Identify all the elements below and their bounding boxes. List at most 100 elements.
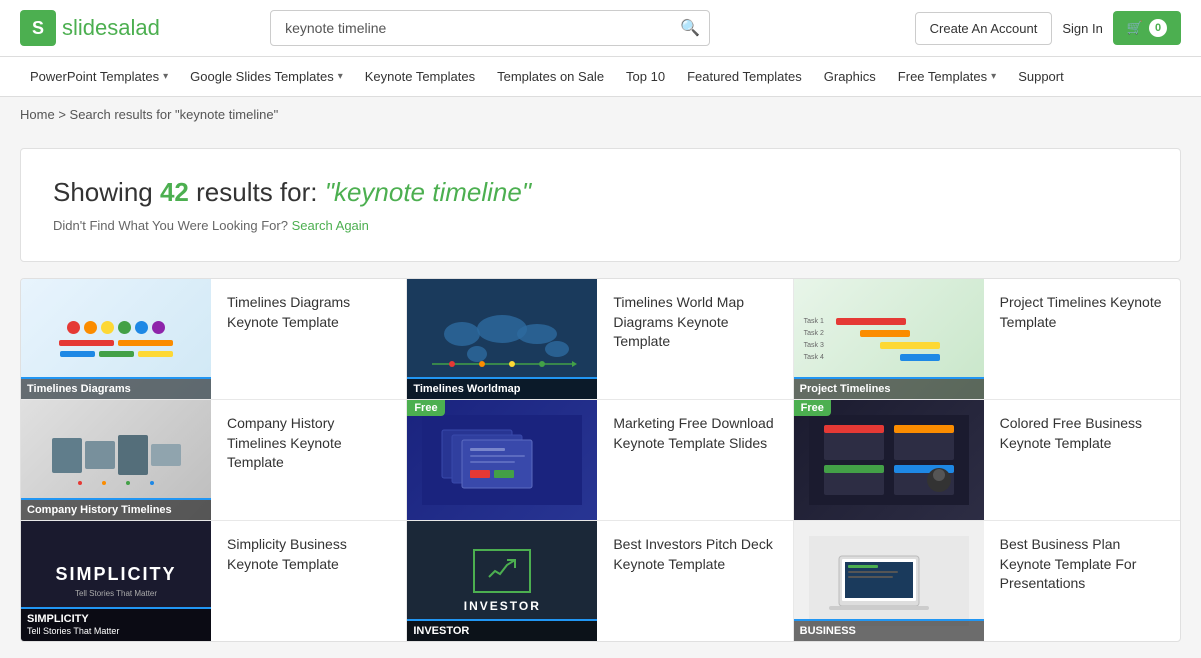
card-title: Simplicity Business Keynote Template bbox=[227, 535, 390, 574]
nav-item-free[interactable]: Free Templates ▾ bbox=[888, 57, 1006, 96]
table-row[interactable]: Company History Timelines Company Histor… bbox=[21, 400, 407, 521]
thumb-label: BUSINESS bbox=[794, 619, 984, 641]
breadcrumb-separator: > bbox=[58, 107, 69, 122]
table-row[interactable]: Task 1 Task 2 Task 3 Task 4 bbox=[794, 279, 1180, 400]
results-count: 42 bbox=[160, 177, 189, 207]
nav-item-on-sale[interactable]: Templates on Sale bbox=[487, 57, 614, 96]
nav-label-top10: Top 10 bbox=[626, 69, 665, 84]
search-input[interactable] bbox=[270, 10, 710, 46]
thumb-label: Project Timelines bbox=[794, 377, 984, 399]
card-thumbnail: INVESTOR INVESTOR bbox=[407, 521, 597, 641]
logo-icon: S bbox=[20, 10, 56, 46]
search-button[interactable]: 🔍 bbox=[680, 18, 700, 38]
card-thumbnail: Timelines Diagrams bbox=[21, 279, 211, 399]
card-info: Timelines Diagrams Keynote Template bbox=[211, 279, 406, 399]
nav-label-support: Support bbox=[1018, 69, 1064, 84]
nav-label-powerpoint: PowerPoint Templates bbox=[30, 69, 159, 84]
breadcrumb-home[interactable]: Home bbox=[20, 107, 55, 122]
card-thumbnail: Company History Timelines bbox=[21, 400, 211, 520]
create-account-button[interactable]: Create An Account bbox=[915, 12, 1053, 45]
results-grid: Timelines Diagrams Timelines Diagrams Ke… bbox=[20, 278, 1181, 642]
business-thumb-svg bbox=[809, 536, 969, 626]
card-title: Timelines Diagrams Keynote Template bbox=[227, 293, 390, 332]
cart-icon: 🛒 bbox=[1127, 20, 1143, 36]
chevron-down-icon: ▾ bbox=[163, 71, 168, 82]
worldmap-svg bbox=[422, 299, 582, 379]
card-info: Simplicity Business Keynote Template bbox=[211, 521, 406, 641]
nav-label-graphics: Graphics bbox=[824, 69, 876, 84]
thumb-label: Timelines Worldmap bbox=[407, 377, 597, 399]
main-content: Showing 42 results for: "keynote timelin… bbox=[0, 132, 1201, 658]
card-thumbnail: BUSINESS bbox=[794, 521, 984, 641]
cart-button[interactable]: 🛒 0 bbox=[1113, 11, 1181, 45]
card-title: Marketing Free Download Keynote Template… bbox=[613, 414, 776, 453]
thumb-label: SIMPLICITYTell Stories That Matter bbox=[21, 607, 211, 641]
not-found-text: Didn't Find What You Were Looking For? S… bbox=[53, 218, 1148, 233]
search-icon: 🔍 bbox=[680, 20, 700, 37]
card-title: Company History Timelines Keynote Templa… bbox=[227, 414, 390, 473]
table-row[interactable]: Timelines Diagrams Timelines Diagrams Ke… bbox=[21, 279, 407, 400]
results-prefix: Showing bbox=[53, 177, 160, 207]
header: S slidesalad 🔍 Create An Account Sign In… bbox=[0, 0, 1201, 57]
chevron-down-icon: ▾ bbox=[991, 71, 996, 82]
nav-item-google-slides[interactable]: Google Slides Templates ▾ bbox=[180, 57, 353, 96]
card-title: Best Investors Pitch Deck Keynote Templa… bbox=[613, 535, 776, 574]
nav-item-top10[interactable]: Top 10 bbox=[616, 57, 675, 96]
card-thumbnail: SIMPLICITY Tell Stories That Matter SIMP… bbox=[21, 521, 211, 641]
results-header: Showing 42 results for: "keynote timelin… bbox=[20, 148, 1181, 262]
table-row[interactable]: Timelines Worldmap Timelines World Map D… bbox=[407, 279, 793, 400]
card-info: Best Business Plan Keynote Template For … bbox=[984, 521, 1180, 641]
logo[interactable]: S slidesalad bbox=[20, 10, 160, 46]
card-info: Best Investors Pitch Deck Keynote Templa… bbox=[597, 521, 792, 641]
thumb-label: INVESTOR bbox=[407, 619, 597, 641]
nav-item-powerpoint[interactable]: PowerPoint Templates ▾ bbox=[20, 57, 178, 96]
nav-label-free: Free Templates bbox=[898, 69, 987, 84]
cart-count: 0 bbox=[1149, 19, 1167, 37]
card-title: Project Timelines Keynote Template bbox=[1000, 293, 1164, 332]
chevron-down-icon: ▾ bbox=[338, 71, 343, 82]
table-row[interactable]: Free bbox=[794, 400, 1180, 521]
logo-text: slidesalad bbox=[62, 15, 160, 41]
thumb-label: Timelines Diagrams bbox=[21, 377, 211, 399]
card-info: Colored Free Business Keynote Template bbox=[984, 400, 1180, 520]
nav-label-on-sale: Templates on Sale bbox=[497, 69, 604, 84]
card-info: Project Timelines Keynote Template bbox=[984, 279, 1180, 399]
nav-item-keynote[interactable]: Keynote Templates bbox=[355, 57, 485, 96]
table-row[interactable]: SIMPLICITY Tell Stories That Matter SIMP… bbox=[21, 521, 407, 641]
colored-thumb-svg bbox=[809, 415, 969, 505]
card-thumbnail: Free bbox=[407, 400, 597, 520]
card-info: Marketing Free Download Keynote Template… bbox=[597, 400, 792, 520]
search-again-link[interactable]: Search Again bbox=[292, 218, 369, 233]
card-info: Company History Timelines Keynote Templa… bbox=[211, 400, 406, 520]
card-thumbnail: Free bbox=[794, 400, 984, 520]
results-middle: results for: bbox=[189, 177, 325, 207]
card-thumbnail: Task 1 Task 2 Task 3 Task 4 bbox=[794, 279, 984, 399]
card-title: Timelines World Map Diagrams Keynote Tem… bbox=[613, 293, 776, 352]
nav-label-keynote: Keynote Templates bbox=[365, 69, 475, 84]
search-container: 🔍 bbox=[270, 10, 710, 46]
card-title: Best Business Plan Keynote Template For … bbox=[1000, 535, 1164, 594]
nav-item-featured[interactable]: Featured Templates bbox=[677, 57, 812, 96]
card-info: Timelines World Map Diagrams Keynote Tem… bbox=[597, 279, 792, 399]
investor-icon-svg bbox=[487, 557, 517, 582]
card-title: Colored Free Business Keynote Template bbox=[1000, 414, 1164, 453]
table-row[interactable]: Free bbox=[407, 400, 793, 521]
breadcrumb-current: Search results for "keynote timeline" bbox=[70, 107, 279, 122]
sign-in-button[interactable]: Sign In bbox=[1062, 21, 1102, 36]
nav-item-graphics[interactable]: Graphics bbox=[814, 57, 886, 96]
main-nav: PowerPoint Templates ▾ Google Slides Tem… bbox=[0, 57, 1201, 97]
results-query: "keynote timeline" bbox=[325, 177, 531, 207]
table-row[interactable]: INVESTOR INVESTOR Best Investors Pitch D… bbox=[407, 521, 793, 641]
thumb-label: Company History Timelines bbox=[21, 498, 211, 520]
breadcrumb: Home > Search results for "keynote timel… bbox=[0, 97, 1201, 132]
marketing-thumb-svg bbox=[422, 415, 582, 505]
card-thumbnail: Timelines Worldmap bbox=[407, 279, 597, 399]
free-badge: Free bbox=[407, 400, 444, 416]
free-badge: Free bbox=[794, 400, 831, 416]
header-actions: Create An Account Sign In 🛒 0 bbox=[915, 11, 1181, 45]
nav-label-google-slides: Google Slides Templates bbox=[190, 69, 334, 84]
results-title: Showing 42 results for: "keynote timelin… bbox=[53, 177, 1148, 208]
nav-label-featured: Featured Templates bbox=[687, 69, 802, 84]
table-row[interactable]: BUSINESS Best Business Plan Keynote Temp… bbox=[794, 521, 1180, 641]
nav-item-support[interactable]: Support bbox=[1008, 57, 1074, 96]
